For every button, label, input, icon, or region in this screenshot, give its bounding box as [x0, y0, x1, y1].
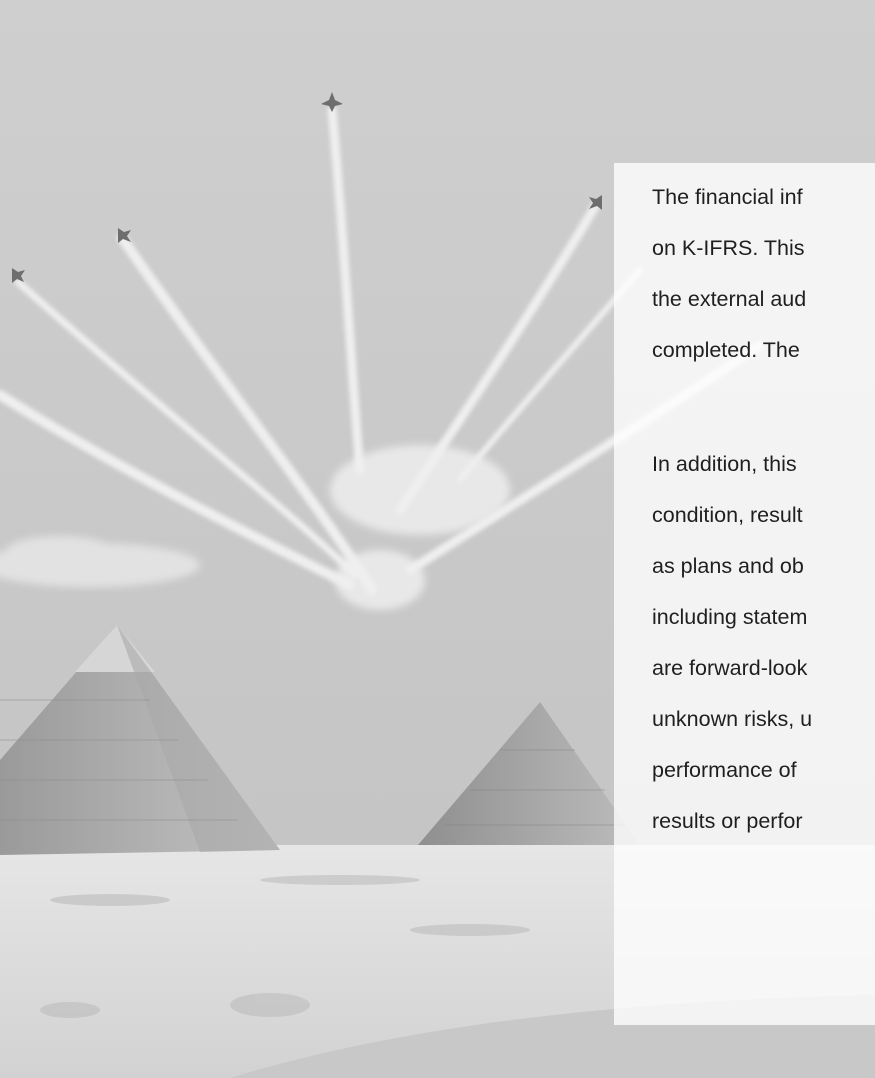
- disclaimer-line: unknown risks, u: [652, 707, 813, 731]
- disclaimer-line: completed. The: [652, 338, 800, 362]
- disclaimer-line: performance of: [652, 758, 797, 782]
- disclaimer-line: the external aud: [652, 287, 807, 311]
- disclaimer-line: are forward-look: [652, 656, 808, 680]
- disclaimer-panel: The financial inf on K-IFRS. This the ex…: [614, 163, 875, 1025]
- disclaimer-line: including statem: [652, 605, 808, 629]
- disclaimer-line: condition, result: [652, 503, 803, 527]
- disclaimer-line: results or perfor: [652, 809, 803, 833]
- disclaimer-line: In addition, this: [652, 452, 797, 476]
- disclaimer-line: on K-IFRS. This: [652, 236, 805, 260]
- disclaimer-line: The financial inf: [652, 185, 803, 209]
- disclaimer-line: as plans and ob: [652, 554, 804, 578]
